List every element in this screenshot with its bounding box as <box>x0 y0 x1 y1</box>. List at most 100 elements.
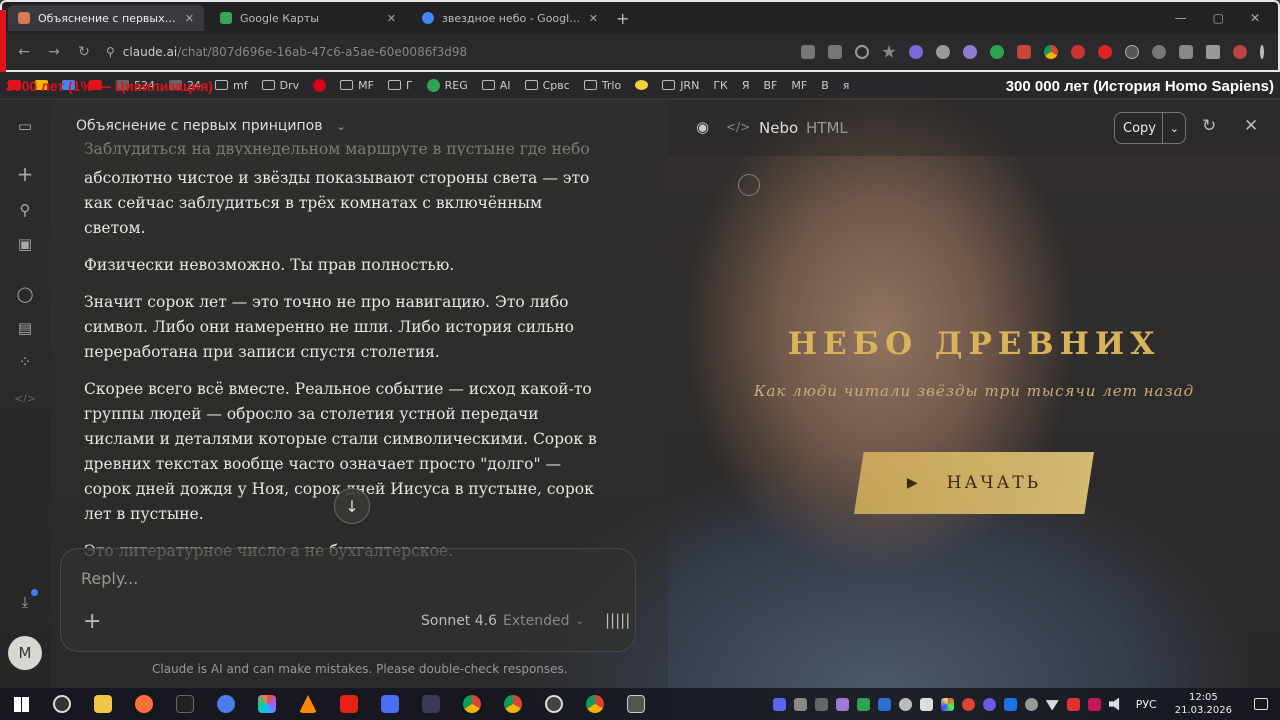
preview-eye-icon[interactable]: ◉ <box>696 118 709 136</box>
start-button[interactable]: ▶ НАЧАТЬ <box>854 452 1094 514</box>
bookmark-folder[interactable]: Trlo <box>583 79 621 92</box>
reload-icon[interactable]: ↻ <box>76 44 92 60</box>
profile-avatar-icon[interactable] <box>1233 45 1247 59</box>
bookmark-item[interactable] <box>313 78 327 92</box>
bookmark-folder[interactable]: JRN <box>662 79 699 92</box>
taskbar-clock[interactable]: 12:05 21.03.2026 <box>1175 691 1232 717</box>
extension-violet-icon[interactable] <box>963 45 977 59</box>
bookmark-folder[interactable]: AI <box>481 79 511 92</box>
taskbar-app-figma[interactable] <box>252 689 282 719</box>
bookmark-item[interactable]: ГК <box>713 79 728 92</box>
extension-chrome-icon[interactable] <box>1044 45 1058 59</box>
notification-center-icon[interactable] <box>1254 698 1268 710</box>
tray-magenta-icon[interactable] <box>1087 697 1101 711</box>
taskbar-app-chrome-2[interactable] <box>498 689 528 719</box>
extension-green-icon[interactable] <box>990 45 1004 59</box>
taskbar-app-terminal[interactable] <box>170 689 200 719</box>
extension-w-icon[interactable] <box>1125 45 1139 59</box>
chevron-down-icon[interactable]: ⌄ <box>1170 122 1179 135</box>
bookmark-folder[interactable]: Срвс <box>524 79 570 92</box>
bookmark-folder[interactable]: Г <box>387 79 413 92</box>
bookmark-folder[interactable]: MF <box>340 79 374 92</box>
bluetooth-icon[interactable] <box>877 697 891 711</box>
new-tab-button[interactable]: + <box>616 9 629 28</box>
taskbar-app-obs[interactable] <box>539 689 569 719</box>
volume-icon[interactable] <box>1108 697 1120 711</box>
taskbar-app-c[interactable] <box>211 689 241 719</box>
back-arrow-icon[interactable]: ← <box>16 44 32 60</box>
sidebar-toggle-icon[interactable]: ▭ <box>15 116 35 136</box>
tray-phone-icon[interactable] <box>1003 697 1017 711</box>
bookmark-item[interactable] <box>635 80 649 90</box>
tray-bubble-icon[interactable] <box>982 697 996 711</box>
voice-waveform-icon[interactable]: ||||| <box>605 611 630 629</box>
taskbar-app-firefox[interactable] <box>129 689 159 719</box>
tray-fan-icon[interactable] <box>1024 697 1038 711</box>
taskbar-app-h[interactable] <box>416 689 446 719</box>
taskbar-app-youtube[interactable] <box>334 689 364 719</box>
code-view-icon[interactable]: </> <box>726 120 750 134</box>
artifacts-stack-icon[interactable]: ▤ <box>15 318 35 338</box>
tab-claude-chat[interactable]: Объяснение с первых принципо ✕ <box>8 5 204 31</box>
copy-button[interactable]: Copy ⌄ <box>1114 112 1186 144</box>
taskbar-app-explorer[interactable] <box>88 689 118 719</box>
tray-h-icon[interactable] <box>814 697 828 711</box>
download-icon[interactable] <box>1206 45 1220 59</box>
tray-colorful-icon[interactable] <box>940 697 954 711</box>
taskbar-app-vlc[interactable] <box>293 689 323 719</box>
site-info-icon[interactable]: ⚲ <box>106 45 115 59</box>
wifi-icon[interactable] <box>1045 700 1059 711</box>
bookmark-folder[interactable]: Drv <box>261 79 299 92</box>
close-window-button[interactable]: ✕ <box>1250 11 1260 25</box>
extensions-puzzle-icon[interactable] <box>1179 45 1193 59</box>
taskbar-app-calculator[interactable] <box>621 689 651 719</box>
close-icon[interactable]: ✕ <box>589 12 598 25</box>
tray-red-icon[interactable] <box>1066 697 1080 711</box>
bookmark-item[interactable]: MF <box>791 79 807 92</box>
projects-briefcase-icon[interactable]: ▣ <box>15 234 35 254</box>
chats-bubble-icon[interactable]: ◯ <box>15 284 35 304</box>
bookmark-folder[interactable]: mf <box>215 79 248 92</box>
scroll-to-bottom-button[interactable]: ↓ <box>334 488 370 524</box>
tab-google-maps[interactable]: Google Карты ✕ <box>210 5 406 31</box>
tray-screen-icon[interactable] <box>919 697 933 711</box>
tray-pen-icon[interactable] <box>835 697 849 711</box>
bookmark-item[interactable]: BF <box>764 79 778 92</box>
code-icon[interactable]: </> <box>14 388 36 408</box>
start-windows-icon[interactable] <box>6 689 36 719</box>
zoom-icon[interactable] <box>855 45 869 59</box>
close-icon[interactable]: ✕ <box>387 12 396 25</box>
extension-red-icon[interactable] <box>1017 45 1031 59</box>
url-field[interactable]: ⚲ claude.ai/chat/807d696e-16ab-47c6-a5ae… <box>106 45 626 59</box>
forward-arrow-icon[interactable]: → <box>46 44 62 60</box>
chat-title-menu[interactable]: Объяснение с первых принципов ⌄ <box>76 118 346 134</box>
taskbar-app-speedtest[interactable] <box>47 689 77 719</box>
extension-youtube-icon[interactable] <box>1098 45 1112 59</box>
taskbar-app-chrome-3[interactable] <box>580 689 610 719</box>
extension-purple-icon[interactable] <box>909 45 923 59</box>
taskbar-app-stats[interactable] <box>375 689 405 719</box>
install-icon[interactable] <box>828 45 842 59</box>
attach-plus-icon[interactable]: + <box>83 609 101 634</box>
refresh-icon[interactable]: ↻ <box>1202 116 1216 136</box>
menu-dots-icon[interactable] <box>1260 45 1264 59</box>
close-icon[interactable]: ✕ <box>1244 116 1258 136</box>
model-selector[interactable]: Sonnet 4.6 Extended ⌄ <box>421 613 584 629</box>
minimize-button[interactable]: — <box>1175 11 1187 25</box>
tray-chrome-icon[interactable] <box>961 697 975 711</box>
tab-google-search[interactable]: звездное небо - Google Search ✕ <box>412 5 608 31</box>
discord-icon[interactable] <box>772 697 786 711</box>
reply-input[interactable] <box>81 569 481 588</box>
extension-dot-icon[interactable] <box>1071 45 1085 59</box>
input-language[interactable]: РУС <box>1136 698 1157 711</box>
bookmark-item[interactable]: я <box>843 79 850 92</box>
apps-grid-icon[interactable]: ⁘ <box>15 352 35 372</box>
close-icon[interactable]: ✕ <box>185 12 194 25</box>
tray-app-icon[interactable] <box>793 697 807 711</box>
extension-phone-icon[interactable] <box>1152 45 1166 59</box>
bookmark-star-icon[interactable] <box>882 45 896 58</box>
tray-green-icon[interactable] <box>856 697 870 711</box>
user-avatar[interactable]: M <box>8 636 42 670</box>
extension-gray-icon[interactable] <box>936 45 950 59</box>
bookmark-item[interactable]: REG <box>426 78 468 92</box>
